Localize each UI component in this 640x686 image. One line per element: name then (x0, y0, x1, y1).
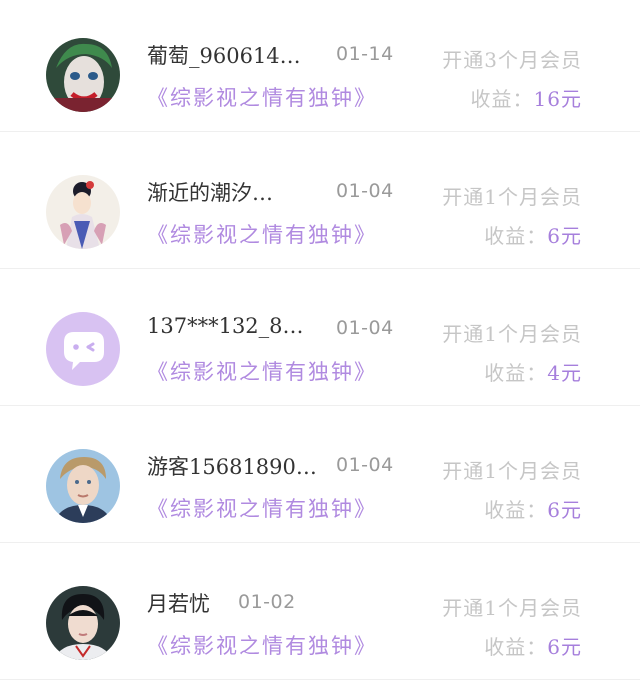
book-title[interactable]: 《综影视之情有独钟》 (147, 630, 377, 660)
income-amount: 收益：6元 (484, 494, 582, 523)
illustrated-girl-avatar[interactable] (46, 175, 120, 249)
membership-description: 开通3个月会员 (442, 48, 582, 72)
username: 137***132_8… (147, 314, 304, 338)
list-item[interactable]: 渐近的潮汐… 01-04 开通1个月会员 《综影视之情有独钟》 收益：6元 (0, 137, 640, 274)
income-amount: 收益：4元 (484, 357, 582, 386)
date-label: 01-04 (336, 317, 394, 339)
date-label: 01-14 (336, 43, 394, 65)
book-title[interactable]: 《综影视之情有独钟》 (147, 356, 377, 386)
divider (0, 542, 640, 543)
username: 渐近的潮汐… (147, 181, 273, 205)
clown-face-avatar[interactable] (46, 38, 120, 112)
book-title[interactable]: 《综影视之情有独钟》 (147, 493, 377, 523)
income-value: 4元 (547, 361, 582, 385)
divider (0, 268, 640, 269)
income-label: 收益： (484, 635, 548, 659)
income-value: 6元 (547, 635, 582, 659)
income-value: 6元 (547, 224, 582, 248)
income-label: 收益： (470, 87, 534, 111)
membership-description: 开通1个月会员 (442, 596, 582, 620)
dark-haired-boy-avatar[interactable] (46, 586, 120, 660)
book-title[interactable]: 《综影视之情有独钟》 (147, 219, 377, 249)
divider (0, 131, 640, 132)
membership-description: 开通1个月会员 (442, 185, 582, 209)
list-item[interactable]: 游客15681890… 01-04 开通1个月会员 《综影视之情有独钟》 收益：… (0, 411, 640, 548)
income-value: 16元 (533, 87, 582, 111)
divider (0, 679, 640, 680)
divider (0, 405, 640, 406)
date-label: 01-04 (336, 180, 394, 202)
list-item[interactable]: 月若忧 01-02 开通1个月会员 《综影视之情有独钟》 收益：6元 (0, 548, 640, 685)
income-label: 收益： (484, 498, 548, 522)
income-value: 6元 (547, 498, 582, 522)
income-amount: 收益：16元 (471, 83, 582, 112)
membership-description: 开通1个月会员 (442, 322, 582, 346)
income-label: 收益： (484, 361, 548, 385)
income-label: 收益： (484, 224, 548, 248)
list-item[interactable]: 葡萄_960614… 01-14 开通3个月会员 《综影视之情有独钟》 收益：1… (0, 0, 640, 137)
book-title[interactable]: 《综影视之情有独钟》 (147, 82, 377, 112)
list-item[interactable]: 137***132_8… 01-04 开通1个月会员 《综影视之情有独钟》 收益… (0, 274, 640, 411)
date-label: 01-02 (238, 591, 296, 613)
young-man-photo-avatar[interactable] (46, 449, 120, 523)
username: 游客15681890… (147, 455, 317, 479)
income-amount: 收益：6元 (484, 220, 582, 249)
date-label: 01-04 (336, 454, 394, 476)
default-chat-bubble-avatar[interactable] (46, 312, 120, 386)
membership-description: 开通1个月会员 (442, 459, 582, 483)
income-amount: 收益：6元 (484, 631, 582, 660)
username: 葡萄_960614… (147, 44, 301, 68)
